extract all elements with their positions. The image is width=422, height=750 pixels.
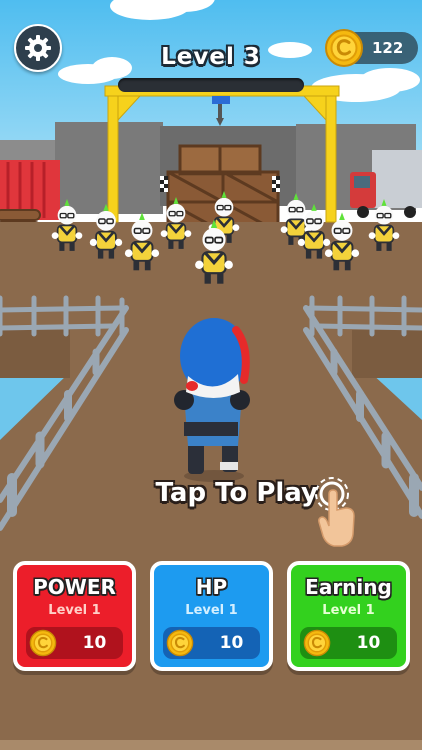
upgrade-title: POWER xyxy=(33,575,116,599)
coin-balance: 122 xyxy=(372,39,404,57)
upgrade-level: Level 1 xyxy=(185,603,238,618)
upgrade-card-earning[interactable]: Earning Level 1 10 xyxy=(287,561,410,671)
upgrade-title: HP xyxy=(195,575,228,599)
upgrade-card-power[interactable]: POWER Level 1 10 xyxy=(13,561,136,671)
coin-icon xyxy=(325,29,363,67)
coin-icon xyxy=(29,629,57,657)
coin-counter: 122 xyxy=(325,29,418,67)
tap-to-play-text[interactable]: Tap To Play xyxy=(0,478,318,508)
upgrade-cost-button[interactable]: 10 xyxy=(26,627,123,659)
coin-icon xyxy=(303,629,331,657)
upgrade-cost: 10 xyxy=(219,633,244,653)
upgrade-title: Earning xyxy=(305,575,392,599)
coin-icon xyxy=(166,629,194,657)
upgrade-cost-button[interactable]: 10 xyxy=(300,627,397,659)
upgrade-cost-button[interactable]: 10 xyxy=(163,627,260,659)
tap-hand-icon xyxy=(315,477,355,547)
upgrade-cost: 10 xyxy=(356,633,381,653)
upgrade-cost: 10 xyxy=(82,633,107,653)
ground-edge xyxy=(0,740,422,750)
upgrade-level: Level 1 xyxy=(48,603,101,618)
upgrade-level: Level 1 xyxy=(322,603,375,618)
upgrade-card-hp[interactable]: HP Level 1 10 xyxy=(150,561,273,671)
level-progress-bar xyxy=(118,78,304,92)
